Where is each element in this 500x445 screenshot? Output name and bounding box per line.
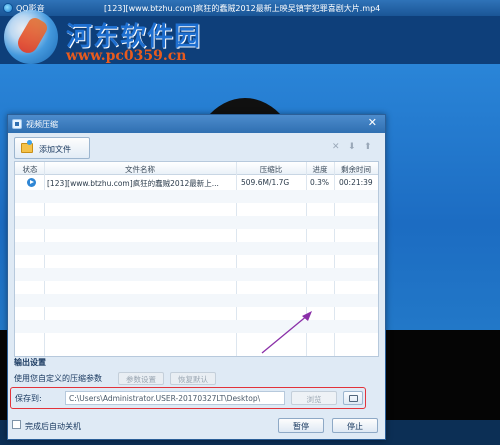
- save-to-label: 保存到:: [15, 394, 42, 403]
- dialog-toolbar: 添加文件 ✕ ⬇ ⬆: [14, 137, 379, 161]
- empty-row: [15, 268, 378, 281]
- qq-player-icon: [3, 3, 13, 13]
- save-path-field[interactable]: C:\Users\Administrator.USER-20170327LT\D…: [65, 391, 285, 405]
- play-circle-icon: [27, 178, 36, 187]
- player-titlebar: QQ影音 [123][www.btzhu.com]疯狂的蠢贼2012最新上映吴镇…: [0, 0, 500, 16]
- stop-button[interactable]: 停止: [332, 418, 378, 433]
- dialog-title: 视频压缩: [26, 120, 58, 129]
- browse-button[interactable]: 浏览: [291, 391, 337, 405]
- column-file-name[interactable]: 文件名称: [45, 164, 235, 175]
- add-folder-icon: [21, 140, 33, 153]
- custom-param-label: 使用您自定义的压缩参数: [14, 374, 102, 383]
- auto-shutdown-label: 完成后自动关机: [25, 422, 81, 431]
- column-progress[interactable]: 进度: [307, 164, 333, 175]
- row-remaining: 00:21:39: [339, 178, 373, 187]
- empty-row: [15, 216, 378, 229]
- auto-shutdown-checkbox[interactable]: [12, 420, 21, 429]
- pause-button[interactable]: 暂停: [278, 418, 324, 433]
- folder-open-icon: [349, 395, 358, 402]
- add-file-button[interactable]: 添加文件: [14, 137, 90, 159]
- table-header: 状态 文件名称 压缩比 进度 剩余时间: [15, 162, 378, 175]
- open-folder-button[interactable]: [343, 391, 363, 405]
- empty-row: [15, 242, 378, 255]
- empty-row: [15, 294, 378, 307]
- add-file-label: 添加文件: [39, 145, 71, 154]
- row-file-name: [123][www.btzhu.com]疯狂的蠢贼2012最新上...: [47, 179, 219, 188]
- delete-icon[interactable]: ✕: [332, 142, 340, 152]
- file-table: 状态 文件名称 压缩比 进度 剩余时间 [123][www.btzhu.com]…: [14, 161, 379, 357]
- param-settings-button[interactable]: 参数设置: [118, 372, 164, 385]
- video-compress-dialog: 视频压缩 ✕ 添加文件 ✕ ⬇ ⬆ 状态 文件名称 压缩比 进度 剩余时间 [1…: [7, 114, 386, 440]
- close-icon[interactable]: ✕: [368, 117, 377, 129]
- row-progress: 0.3%: [310, 178, 330, 187]
- watermark-url: www.pc0359.cn: [66, 48, 187, 64]
- output-settings-title: 输出设置: [14, 358, 46, 367]
- column-status[interactable]: 状态: [17, 164, 43, 175]
- compress-icon: [12, 119, 22, 129]
- watermark-logo-icon: [4, 10, 58, 64]
- save-location-box: 保存到: C:\Users\Administrator.USER-2017032…: [10, 387, 366, 409]
- column-remaining[interactable]: 剩余时间: [335, 164, 377, 175]
- dialog-titlebar[interactable]: 视频压缩 ✕: [8, 115, 385, 133]
- table-row[interactable]: [123][www.btzhu.com]疯狂的蠢贼2012最新上... 509.…: [15, 175, 378, 190]
- empty-row: [15, 320, 378, 333]
- move-down-icon[interactable]: ⬇: [348, 142, 356, 152]
- player-file-title: [123][www.btzhu.com]疯狂的蠢贼2012最新上映吴镇宇犯罪喜剧…: [104, 4, 381, 13]
- row-ratio: 509.6M/1.7G: [241, 178, 290, 187]
- restore-default-button[interactable]: 恢复默认: [170, 372, 216, 385]
- annotation-arrow: [261, 311, 312, 354]
- empty-row: [15, 190, 378, 203]
- move-up-icon[interactable]: ⬆: [364, 142, 372, 152]
- column-ratio[interactable]: 压缩比: [237, 164, 305, 175]
